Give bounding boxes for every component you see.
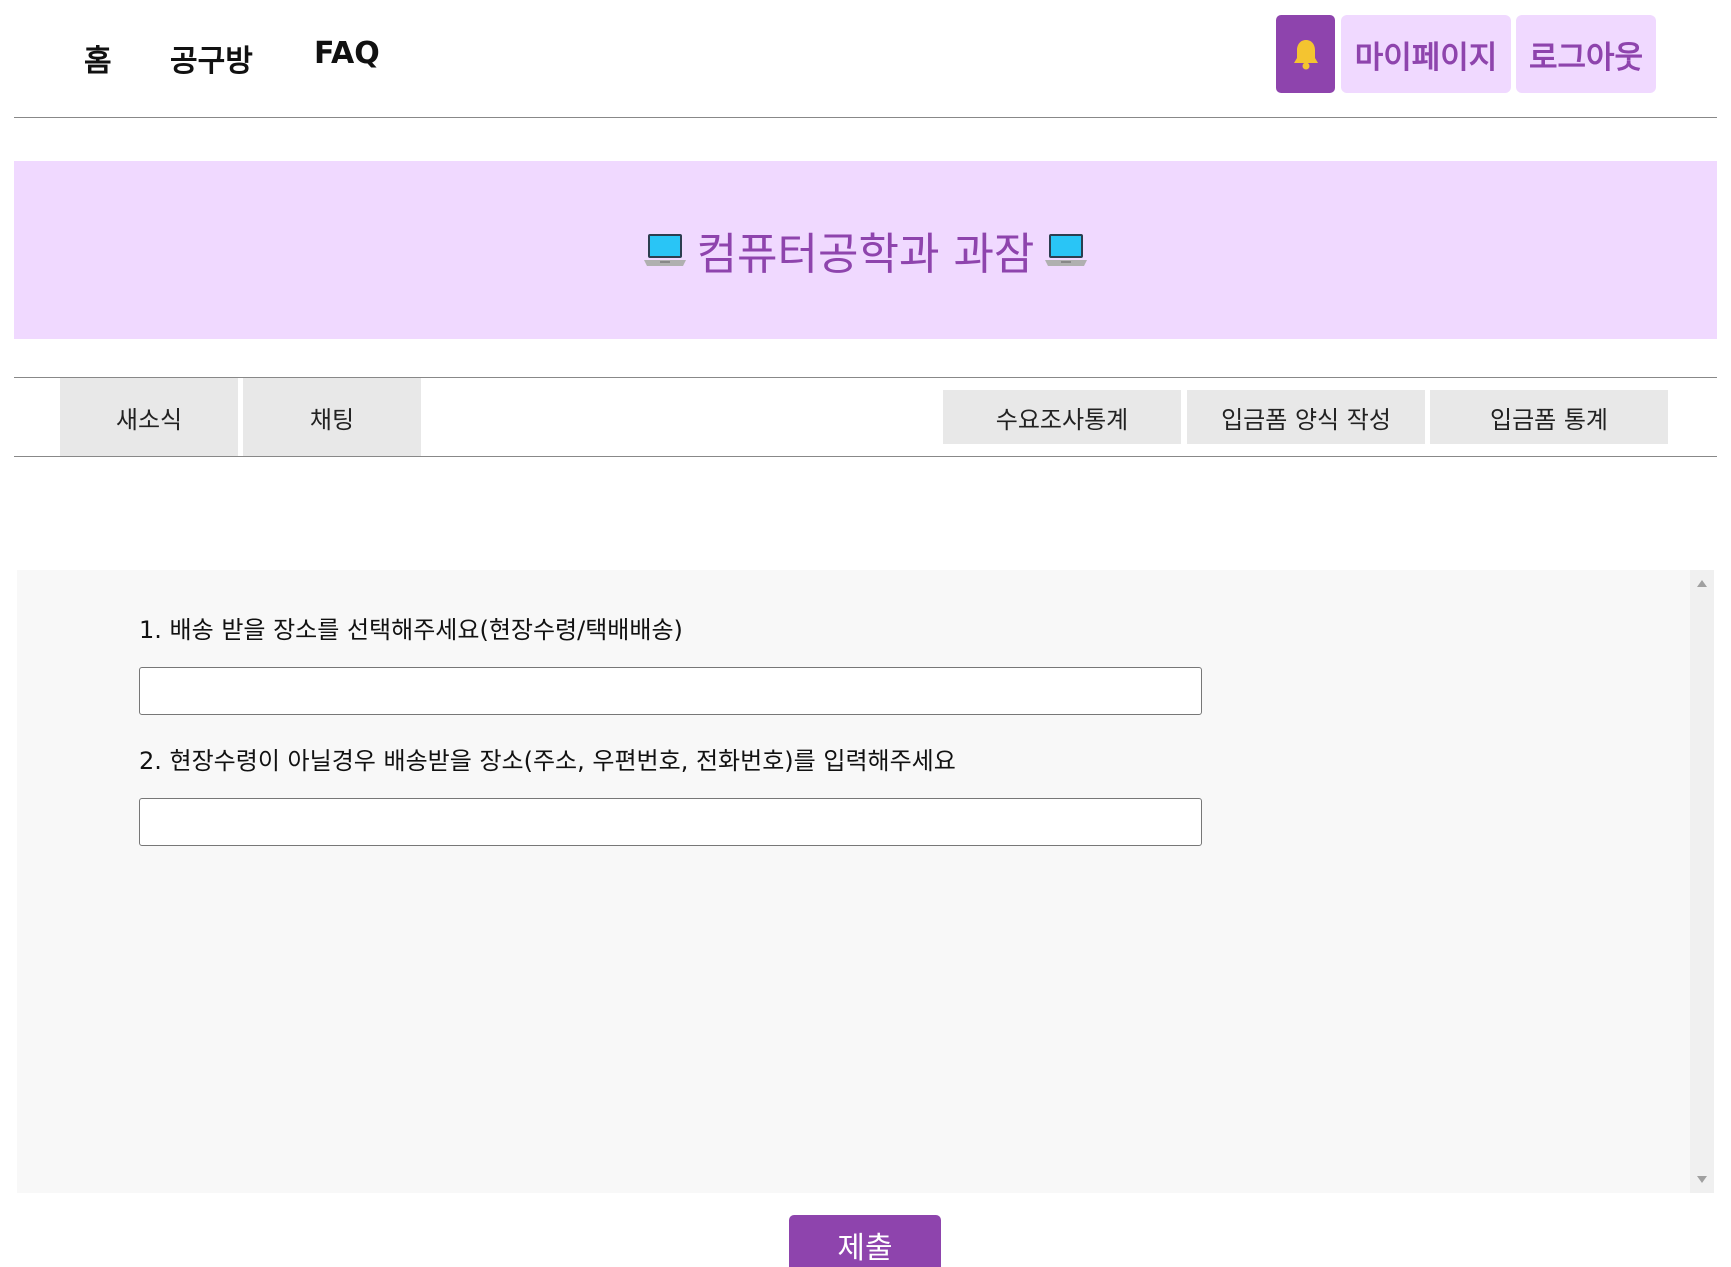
nav-home-link[interactable]: 홈 (84, 36, 112, 80)
nav-group-buy-link[interactable]: 공구방 (170, 36, 253, 80)
nav-faq-link[interactable]: FAQ (314, 36, 380, 71)
question-label: 2. 현장수령이 아닐경우 배송받을 장소(주소, 우편번호, 전화번호)를 입… (139, 747, 956, 775)
tab-chat[interactable]: 채팅 (243, 378, 421, 456)
mypage-button[interactable]: 마이페이지 (1341, 15, 1511, 93)
bell-icon (1293, 40, 1318, 70)
laptop-icon (1045, 234, 1088, 266)
page-title: 컴퓨터공학과 과잠 (696, 229, 1035, 280)
logout-button[interactable]: 로그아웃 (1516, 15, 1656, 93)
tab-news[interactable]: 새소식 (60, 378, 238, 456)
page-banner: 컴퓨터공학과 과잠 (14, 161, 1717, 339)
tab-deposit-form-stats[interactable]: 입금폼 통계 (1430, 390, 1668, 444)
tabs-divider-bottom (14, 456, 1717, 457)
scroll-up-arrow-icon[interactable] (1697, 580, 1707, 587)
form-panel: 1. 배송 받을 장소를 선택해주세요(현장수령/택배배송) 2. 현장수령이 … (17, 570, 1714, 1193)
delivery-address-input[interactable] (139, 798, 1202, 846)
top-nav: 홈 공구방 FAQ 마이페이지 로그아웃 (0, 0, 1731, 118)
question-label: 1. 배송 받을 장소를 선택해주세요(현장수령/택배배송) (139, 616, 683, 644)
tab-demand-survey-stats[interactable]: 수요조사통계 (943, 390, 1181, 444)
notification-button[interactable] (1276, 15, 1335, 93)
tab-deposit-form-write[interactable]: 입금폼 양식 작성 (1187, 390, 1425, 444)
submit-button[interactable]: 제출 (789, 1215, 941, 1267)
scroll-down-arrow-icon[interactable] (1697, 1176, 1707, 1183)
laptop-icon (643, 234, 686, 266)
scrollbar[interactable] (1690, 570, 1714, 1193)
delivery-method-input[interactable] (139, 667, 1202, 715)
nav-divider (14, 117, 1717, 118)
